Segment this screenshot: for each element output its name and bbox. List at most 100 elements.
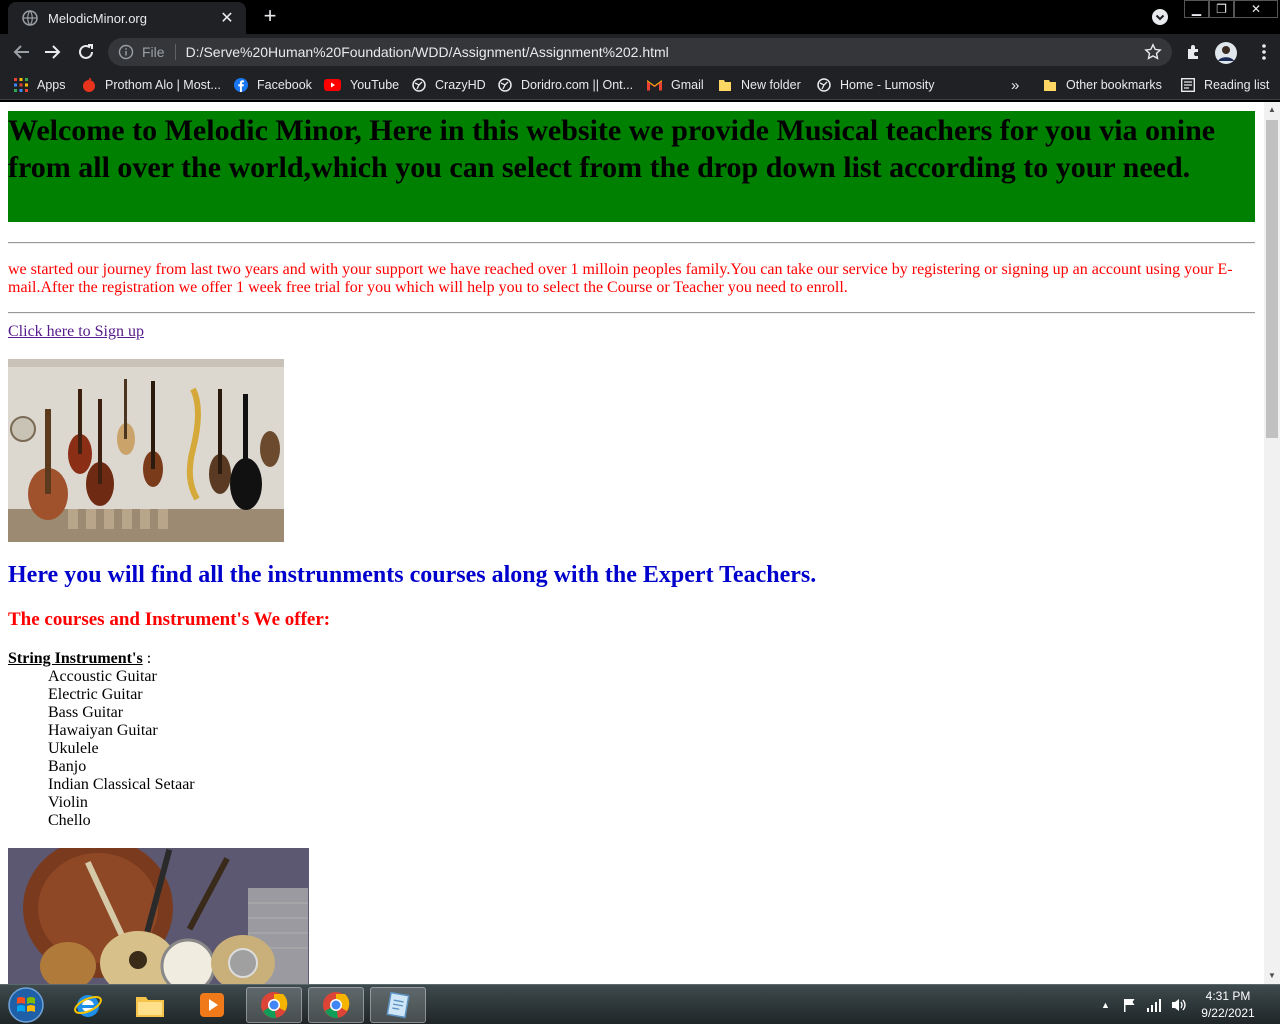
string-instruments-heading: String Instrument's : xyxy=(8,650,151,668)
string-instruments-list: Accoustic Guitar Electric Guitar Bass Gu… xyxy=(48,668,195,830)
browser-toolbar: File D:/Serve%20Human%20Foundation/WDD/A… xyxy=(0,34,1280,70)
list-item: Violin xyxy=(48,794,88,811)
list-item: Banjo xyxy=(48,758,87,775)
globe-icon xyxy=(817,78,831,92)
other-bookmarks[interactable]: Other bookmarks xyxy=(1043,76,1162,94)
chrome-window-2-icon[interactable] xyxy=(308,987,364,1023)
internet-explorer-icon[interactable] xyxy=(60,987,116,1023)
string-instruments-title: String Instrument's xyxy=(8,650,143,667)
info-icon[interactable] xyxy=(118,44,134,60)
close-tab-icon[interactable]: ✕ xyxy=(218,8,236,28)
new-tab-button[interactable]: + xyxy=(258,5,282,29)
media-player-icon[interactable] xyxy=(184,987,240,1023)
more-menu-icon[interactable] xyxy=(1254,42,1274,62)
list-item: Bass Guitar xyxy=(48,704,124,721)
notepad-icon[interactable] xyxy=(370,987,426,1023)
bookmark-gmail[interactable]: Gmail xyxy=(647,76,704,94)
list-item: Indian Classical Setaar xyxy=(48,776,195,793)
network-signal-icon[interactable] xyxy=(1146,995,1162,1015)
other-bookmarks-label: Other bookmarks xyxy=(1066,78,1162,92)
windows-taskbar: ▲ 4:31 PM 9/22/2021 xyxy=(0,984,1280,1024)
globe-icon xyxy=(412,78,426,92)
bookmark-label: New folder xyxy=(741,78,801,92)
bookmark-label: Prothom Alo | Most... xyxy=(105,78,221,92)
bookmark-lumosity[interactable]: Home - Lumosity xyxy=(817,76,934,94)
folder-icon xyxy=(718,78,732,92)
bookmark-label: Doridro.com || Ont... xyxy=(521,78,634,92)
bookmark-label: Facebook xyxy=(257,78,312,92)
bookmark-label: YouTube xyxy=(350,78,400,92)
list-item: Chello xyxy=(48,812,91,829)
bookmark-new-folder[interactable]: New folder xyxy=(718,76,801,94)
action-center-flag-icon[interactable] xyxy=(1122,995,1138,1015)
reading-list-label: Reading list xyxy=(1204,78,1270,92)
restore-icon[interactable]: ❐ xyxy=(1209,0,1234,18)
folder-icon xyxy=(1043,78,1057,92)
reload-icon[interactable] xyxy=(74,41,98,63)
youtube-icon xyxy=(324,78,341,92)
page-scrollbar[interactable]: ▲ ▼ xyxy=(1264,102,1280,984)
gmail-icon xyxy=(647,78,662,92)
intro-paragraph: we started our journey from last two yea… xyxy=(8,261,1233,296)
back-arrow-icon[interactable] xyxy=(9,41,33,63)
bookmark-apps[interactable]: Apps xyxy=(14,76,66,94)
scroll-down-arrow-icon[interactable]: ▼ xyxy=(1264,968,1280,984)
file-explorer-icon[interactable] xyxy=(122,987,178,1023)
address-bar[interactable]: File D:/Serve%20Human%20Foundation/WDD/A… xyxy=(108,38,1172,66)
tab-search-icon[interactable] xyxy=(1151,8,1169,26)
prothom-alo-icon xyxy=(82,78,96,92)
facebook-icon xyxy=(234,78,248,92)
forward-arrow-icon[interactable] xyxy=(41,41,65,63)
bookmarks-bar: Apps Prothom Alo | Most... Facebook YouT… xyxy=(0,70,1280,100)
clock-date: 9/22/2021 xyxy=(1201,1006,1255,1020)
extensions-puzzle-icon[interactable] xyxy=(1184,42,1204,62)
guitars-image xyxy=(8,848,309,984)
reading-list-icon xyxy=(1181,78,1195,92)
tab-strip: MelodicMinor.org ✕ + ▁ ❐ ✕ xyxy=(0,0,1280,34)
welcome-banner: Welcome to Melodic Minor, Here in this w… xyxy=(8,111,1255,222)
close-window-icon[interactable]: ✕ xyxy=(1234,0,1278,18)
bookmarks-overflow-button[interactable]: » xyxy=(1011,76,1019,94)
bookmark-prothom-alo[interactable]: Prothom Alo | Most... xyxy=(82,76,221,94)
list-item: Hawaiyan Guitar xyxy=(48,722,158,739)
taskbar-clock[interactable]: 4:31 PM 9/22/2021 xyxy=(1196,988,1260,1022)
instruments-wall-image xyxy=(8,359,284,542)
apps-grid-icon xyxy=(14,78,28,92)
bookmark-youtube[interactable]: YouTube xyxy=(324,76,399,94)
chrome-window-1-icon[interactable] xyxy=(246,987,302,1023)
offer-heading: The courses and Instrument's We offer: xyxy=(8,609,331,630)
bookmark-facebook[interactable]: Facebook xyxy=(234,76,312,94)
show-hidden-icons-icon[interactable]: ▲ xyxy=(1101,995,1110,1015)
bookmark-label: CrazyHD xyxy=(435,78,486,92)
divider xyxy=(8,312,1255,314)
url-scheme: File xyxy=(142,44,165,60)
bookmark-label: Home - Lumosity xyxy=(840,78,935,92)
volume-icon[interactable] xyxy=(1170,995,1188,1015)
url-text[interactable]: D:/Serve%20Human%20Foundation/WDD/Assign… xyxy=(186,44,1144,60)
bookmark-label: Apps xyxy=(37,78,66,92)
minimize-icon[interactable]: ▁ xyxy=(1184,0,1209,18)
globe-icon xyxy=(498,78,512,92)
signup-link[interactable]: Click here to Sign up xyxy=(8,323,144,341)
url-separator xyxy=(174,44,176,60)
bookmark-doridro[interactable]: Doridro.com || Ont... xyxy=(498,76,633,94)
profile-avatar-icon[interactable] xyxy=(1215,42,1237,64)
scrollbar-thumb[interactable] xyxy=(1266,120,1278,438)
reading-list[interactable]: Reading list xyxy=(1181,76,1269,94)
page-viewport: Welcome to Melodic Minor, Here in this w… xyxy=(0,102,1264,984)
browser-tab[interactable]: MelodicMinor.org ✕ xyxy=(8,2,246,34)
bookmark-crazyhd[interactable]: CrazyHD xyxy=(412,76,486,94)
start-button[interactable] xyxy=(4,986,48,1024)
courses-heading: Here you will find all the instrunments … xyxy=(8,562,817,588)
scroll-up-arrow-icon[interactable]: ▲ xyxy=(1264,102,1280,118)
window-controls: ▁ ❐ ✕ xyxy=(1184,0,1278,18)
list-item: Electric Guitar xyxy=(48,686,143,703)
list-item: Ukulele xyxy=(48,740,99,757)
bookmark-star-icon[interactable] xyxy=(1144,43,1162,61)
divider xyxy=(8,242,1255,244)
string-instruments-colon: : xyxy=(142,650,152,667)
tab-title: MelodicMinor.org xyxy=(48,10,147,26)
globe-icon xyxy=(22,10,38,26)
clock-time: 4:31 PM xyxy=(1205,989,1251,1003)
list-item: Accoustic Guitar xyxy=(48,668,157,685)
